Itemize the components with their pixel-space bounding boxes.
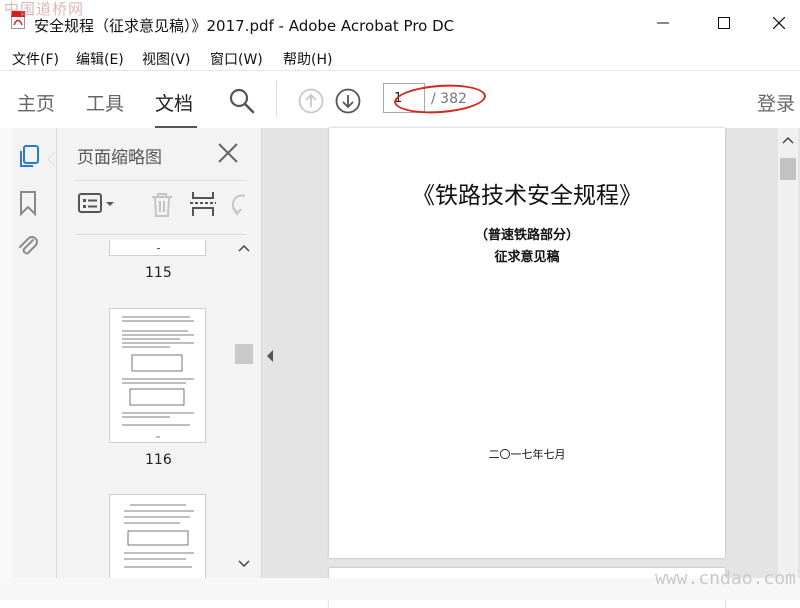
tab-tools[interactable]: 工具	[86, 89, 124, 116]
chevron-up-icon[interactable]	[782, 136, 794, 144]
insert-page-icon[interactable]	[190, 190, 216, 218]
iconbar-edge	[0, 128, 12, 578]
page-thumbnail-117[interactable]	[109, 494, 206, 578]
menu-file[interactable]: 文件(F)	[12, 49, 59, 69]
tab-home[interactable]: 主页	[17, 89, 55, 116]
next-page-icon[interactable]	[335, 88, 361, 114]
search-icon[interactable]	[229, 88, 255, 114]
close-icon	[773, 17, 785, 29]
page-thumbnails-icon[interactable]	[17, 144, 41, 170]
watermark-top-left: 中国道桥网	[4, 0, 85, 18]
thumbnail-page-number-mark	[157, 248, 160, 249]
document-draft-label: 征求意见稿	[494, 250, 560, 265]
thumbnail-scrollbar[interactable]	[235, 240, 253, 578]
tab-document[interactable]: 文档	[155, 89, 193, 116]
thumbnail-options-icon[interactable]	[78, 192, 118, 216]
page-thumbnail-115[interactable]	[109, 240, 206, 256]
attachment-icon[interactable]	[15, 232, 41, 258]
window-title: 安全规程（征求意见稿）》2017.pdf - Adobe Acrobat Pro…	[34, 17, 455, 35]
active-pointer-icon	[47, 152, 55, 166]
menu-help[interactable]: 帮助(H)	[283, 49, 332, 69]
title-bar: 安全规程（征求意见稿）》2017.pdf - Adobe Acrobat Pro…	[0, 0, 800, 46]
thumbnails-panel: 页面缩略图 115 116	[57, 128, 262, 578]
thumbnail-scroll-thumb[interactable]	[235, 344, 253, 364]
delete-page-icon[interactable]	[150, 192, 174, 218]
rotate-page-icon[interactable]	[231, 192, 247, 218]
page-thumbnail-116[interactable]	[109, 308, 206, 443]
toolbar-divider	[276, 81, 277, 117]
panel-divider	[75, 180, 247, 181]
thumbnail-label-116: 116	[145, 452, 172, 468]
minimize-button[interactable]	[648, 10, 678, 36]
maximize-button[interactable]	[709, 10, 739, 36]
previous-page-icon[interactable]	[298, 88, 324, 114]
close-panel-icon[interactable]	[217, 142, 239, 164]
panel-divider	[75, 234, 247, 235]
menu-edit[interactable]: 编辑(E)	[76, 49, 124, 69]
minimize-icon	[657, 22, 669, 24]
document-scroll-thumb[interactable]	[780, 158, 796, 180]
close-window-button[interactable]	[764, 10, 794, 36]
document-subtitle: （普速铁路部分）	[474, 228, 579, 243]
document-scrollbar[interactable]	[778, 128, 798, 578]
maximize-icon	[718, 17, 730, 29]
document-page: 《铁路技术安全规程》 （普速铁路部分） 征求意见稿 二〇一七年七月	[329, 128, 725, 558]
collapse-left-icon[interactable]	[266, 350, 274, 362]
menu-bar: 文件(F) 编辑(E) 视图(V) 窗口(W) 帮助(H)	[0, 46, 800, 70]
workspace: 页面缩略图 115 116 《铁路技术安全规程》 （普速铁路部分） 征求意见稿 …	[0, 128, 800, 608]
document-title: 《铁路技术安全规程》	[412, 183, 642, 209]
login-button[interactable]: 登录	[757, 89, 795, 116]
panel-collapse-handle[interactable]	[262, 128, 278, 578]
document-date: 二〇一七年七月	[488, 448, 566, 461]
navigation-icon-bar	[0, 128, 57, 578]
panel-title: 页面缩略图	[77, 148, 162, 168]
thumbnail-content	[122, 316, 194, 438]
thumbnail-content	[124, 504, 194, 568]
chevron-down-icon[interactable]	[238, 560, 250, 568]
menu-window[interactable]: 窗口(W)	[210, 49, 263, 69]
thumbnail-label-115: 115	[145, 265, 172, 281]
bookmark-icon[interactable]	[18, 190, 38, 216]
watermark-bottom-right: www.cndao.com	[655, 568, 796, 589]
chevron-up-icon[interactable]	[238, 244, 250, 252]
menu-view[interactable]: 视图(V)	[142, 49, 191, 69]
